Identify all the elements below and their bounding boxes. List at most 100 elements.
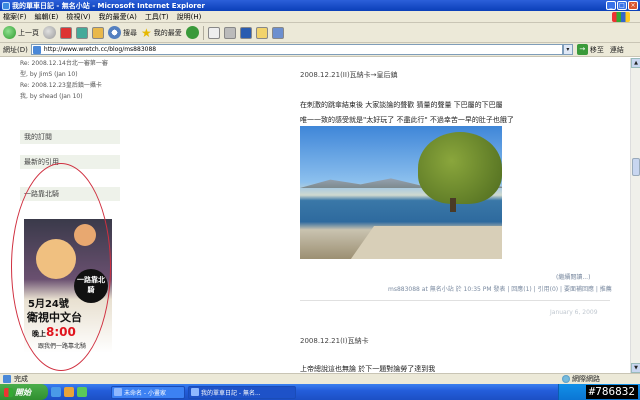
post-title[interactable]: 2008.12.21(I)瓦納卡 (300, 336, 369, 346)
favorites-label: 我的最愛 (153, 28, 182, 37)
home-icon[interactable] (92, 26, 104, 39)
search-icon (108, 26, 121, 39)
start-button[interactable]: 開始 (0, 384, 48, 400)
address-dropdown-icon[interactable]: ▾ (562, 44, 573, 55)
task-paint[interactable]: 未命名 - 小畫家 (111, 385, 185, 399)
status-bar: 完成 網際網路 (0, 373, 640, 384)
promo-host-face (36, 239, 76, 279)
start-label: 開始 (15, 387, 31, 397)
page-done-icon (3, 375, 11, 383)
maximize-button[interactable]: □ (617, 1, 627, 10)
page-icon (32, 46, 41, 54)
refresh-icon[interactable] (76, 26, 88, 39)
close-button[interactable]: × (628, 1, 638, 10)
menu-bar: 檔案(F) 編輯(E) 檢視(V) 我的最愛(A) 工具(T) 說明(H) (0, 11, 640, 23)
post-date: January 6, 2009 (550, 309, 598, 316)
ie-icon (2, 1, 10, 10)
menu-help[interactable]: 說明(H) (177, 12, 202, 22)
comment-line[interactable]: Re: 2008.12.23皇后鎮一攝卡 (20, 80, 120, 91)
post-text-line: 在刺激的跳傘結束後 大家談論的聲歡 猜量的聲量 下巴屬的下巴屬 (300, 101, 503, 109)
comment-line[interactable]: Re: 2008.12.14台北一審第一審 (20, 58, 120, 69)
taskbar: 開始 未命名 - 小畫家 我的單車日記 - 無名... (0, 384, 640, 400)
comment-line[interactable]: 我, by shead (Jan 10) (20, 91, 120, 102)
menu-view[interactable]: 檢視(V) (66, 12, 90, 22)
window-controls: _ □ × (606, 1, 638, 10)
menu-file[interactable]: 檔案(F) (3, 12, 27, 22)
comment-line[interactable]: 型, by JimS (Jan 10) (20, 69, 120, 80)
media-icon[interactable] (185, 26, 199, 39)
edit-word-icon[interactable] (239, 26, 252, 39)
status-text: 完成 (14, 375, 28, 383)
address-input[interactable]: http://www.wretch.cc/blog/ms883088 (30, 44, 563, 55)
promo-channel: 衛視中文台 (27, 311, 82, 324)
print-icon[interactable] (223, 26, 236, 39)
promo-date: 5月24號 (28, 299, 69, 310)
back-arrow-icon (3, 26, 16, 39)
menu-tools[interactable]: 工具(T) (145, 12, 169, 22)
windows-logo-icon (612, 12, 630, 22)
address-url: http://www.wretch.cc/blog/ms883088 (43, 46, 157, 53)
lake-photo (300, 126, 502, 259)
vertical-scrollbar[interactable]: ▲ ▼ (630, 58, 640, 373)
section-subscriptions: 我的訂閱 (20, 130, 120, 144)
toolbar-separator (202, 25, 204, 40)
title-bar: 我的單車日記 - 無名小站 - Microsoft Internet Explo… (0, 0, 640, 11)
star-icon: ★ (141, 25, 152, 40)
folder-icon[interactable] (255, 26, 268, 39)
post-text-line: 唯一一致的感受就是"太好玩了 不盡此行" 不過幸苦一早的肚子也餓了 (300, 116, 514, 124)
search-button[interactable]: 搜尋 (108, 26, 137, 39)
photo-tree-trunk (450, 198, 456, 212)
minimize-button[interactable]: _ (606, 1, 616, 10)
blog-sidebar: Re: 2008.12.14台北一審第一審 型, by JimS (Jan 10… (20, 58, 120, 201)
zone-label: 網際網路 (572, 375, 600, 383)
recent-comments: Re: 2008.12.14台北一審第一審 型, by JimS (Jan 10… (20, 58, 120, 102)
watermark-badge: #786832 (585, 385, 638, 399)
window-title: 我的單車日記 - 無名小站 - Microsoft Internet Explo… (12, 1, 205, 10)
page-content: Re: 2008.12.14台北一審第一審 型, by JimS (Jan 10… (0, 58, 630, 373)
stop-icon[interactable] (60, 26, 72, 39)
post-divider (300, 300, 610, 301)
photo-beach (345, 226, 502, 259)
promo-time-value: 8:00 (46, 325, 76, 339)
ie-task-icon (191, 388, 199, 396)
menu-favorites[interactable]: 我的最愛(A) (99, 12, 137, 22)
mail-icon[interactable] (207, 26, 220, 39)
media-quicklaunch-icon[interactable] (77, 387, 87, 397)
windows-flag-icon (4, 387, 13, 397)
promo-banner[interactable]: 一路靠北騎 5月24號 衛視中文台 晚上8:00 跟我們一路靠北騎 (24, 219, 112, 353)
go-button[interactable]: → 移至 (576, 44, 604, 55)
go-arrow-icon: → (576, 44, 588, 55)
scroll-down-icon[interactable]: ▼ (631, 363, 640, 373)
post-text-line: 上帝總說這也無論 於下一題對論勞了達到我 (300, 365, 436, 373)
menu-edit[interactable]: 編輯(E) (35, 12, 59, 22)
task-paint-label: 未命名 - 小畫家 (124, 389, 166, 397)
read-more-link[interactable]: (繼續閱讀...) (556, 272, 590, 281)
promo-logo-badge: 一路靠北騎 (74, 269, 108, 303)
forward-button[interactable] (43, 26, 56, 39)
section-promo: 一路靠北騎 (20, 187, 120, 201)
back-button[interactable]: 上一頁 (3, 26, 39, 39)
scroll-up-icon[interactable]: ▲ (631, 58, 640, 68)
ie-quicklaunch-icon[interactable] (51, 387, 61, 397)
promo-subtitle: 跟我們一路靠北騎 (38, 343, 87, 350)
back-label: 上一頁 (18, 28, 39, 37)
task-browser-label: 我的單車日記 - 無名... (201, 389, 261, 397)
favorites-button[interactable]: ★ 我的最愛 (141, 27, 182, 39)
section-recent-trackbacks: 最新的引用 (20, 155, 120, 169)
task-browser[interactable]: 我的單車日記 - 無名... (188, 385, 296, 399)
security-zone: 網際網路 (562, 374, 600, 384)
go-label: 移至 (589, 45, 604, 54)
forward-arrow-icon (43, 26, 56, 39)
messenger-icon[interactable] (271, 26, 284, 39)
post-title[interactable]: 2008.12.21(II)瓦納卡→皇后鎮 (300, 70, 398, 80)
links-button[interactable]: 連結 (610, 45, 624, 55)
promo-time: 晚上8:00 (32, 325, 76, 339)
show-desktop-icon[interactable] (64, 387, 74, 397)
address-label: 網址(D) (3, 45, 28, 54)
post-meta[interactable]: ms883088 at 無名小站 於 10:35 PM 發表 | 回應(1) |… (388, 284, 612, 293)
toolbar: 上一頁 搜尋 ★ 我的最愛 (0, 23, 640, 43)
promo-rider-face (74, 224, 96, 246)
photo-willow-tree (418, 132, 502, 204)
paint-icon (114, 388, 122, 396)
scroll-thumb[interactable] (632, 158, 640, 176)
